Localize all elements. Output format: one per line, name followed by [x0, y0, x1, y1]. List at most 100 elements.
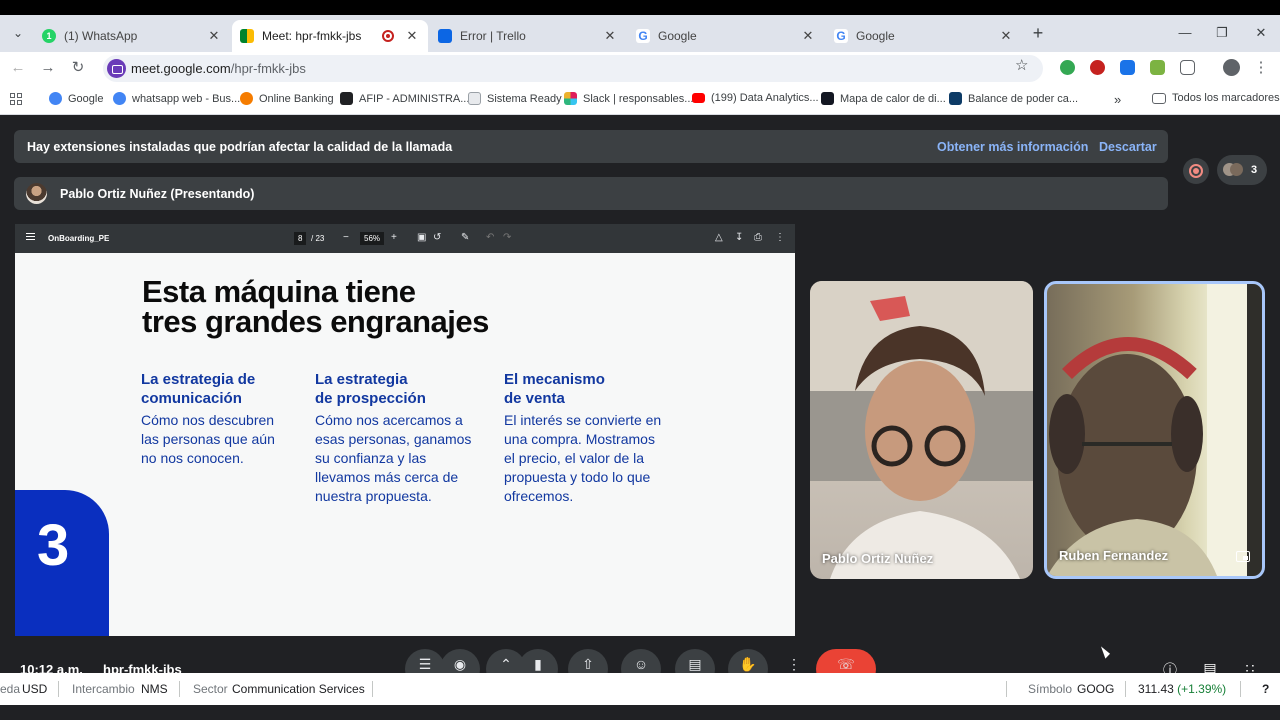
stock-price: 311.43 (+1.39%) [1138, 682, 1226, 696]
fit-page-icon[interactable]: ▣ [417, 232, 426, 243]
apps-grid-icon[interactable] [10, 93, 23, 106]
slide-title-line-1: Esta máquina tiene [142, 274, 416, 309]
bookmark-youtube[interactable]: (199) Data Analytics... [692, 92, 819, 104]
new-tab-button[interactable]: + [1028, 23, 1048, 43]
bookmark-label: Sistema Ready [487, 92, 562, 105]
extension-blue-icon[interactable] [1120, 60, 1135, 75]
divider [58, 681, 59, 697]
extension-fruit-icon[interactable] [1150, 60, 1165, 75]
mouse-cursor-icon [1100, 644, 1112, 659]
page-number-input[interactable]: 8 [294, 232, 307, 245]
minimize-button[interactable]: — [1175, 23, 1195, 43]
participant-tile-ruben[interactable]: Ruben Fernandez [1044, 281, 1265, 579]
bookmark-sistema-ready[interactable]: Sistema Ready [468, 92, 562, 105]
picture-in-picture-icon[interactable] [1236, 551, 1250, 562]
column-3-heading: El mecanismo de venta [504, 371, 605, 407]
print-icon[interactable]: ⎙ [754, 232, 762, 243]
participant-tile-pablo[interactable]: Pablo Ortiz Nuñez [810, 281, 1033, 579]
close-tab-icon[interactable]: ✕ [602, 28, 618, 44]
youtube-icon [692, 93, 705, 103]
zoom-out-icon[interactable]: − [343, 232, 349, 243]
tab-meet[interactable]: Meet: hpr-fmkk-jbs ✕ [232, 20, 428, 52]
google-meet-icon [240, 29, 254, 43]
presentation-pdf[interactable]: OnBoarding_PE 8 / 23 − 56% + ▣ ↺ ✎ ↶ ↷ △… [15, 224, 795, 636]
bookmark-google[interactable]: Google [49, 92, 103, 105]
tab-title: Meet: hpr-fmkk-jbs [262, 29, 362, 43]
zoom-in-icon[interactable]: + [391, 232, 397, 243]
sector-label: Sector [193, 682, 228, 696]
presenter-avatar [26, 183, 47, 204]
presenter-name: Pablo Ortiz Nuñez (Presentando) [60, 187, 255, 201]
address-bar[interactable]: meet.google.com/hpr-fmkk-jbs [103, 55, 1043, 82]
forward-arrow-icon[interactable]: → [38, 58, 58, 78]
close-tab-icon[interactable]: ✕ [206, 28, 222, 44]
menu-icon[interactable] [26, 233, 35, 240]
close-tab-icon[interactable]: ✕ [404, 28, 420, 44]
price-value: 311.43 [1138, 682, 1174, 696]
bookmark-mapa-calor[interactable]: Mapa de calor de di... [821, 92, 946, 105]
recording-indicator-icon [382, 30, 394, 42]
extension-tomato-icon[interactable] [1090, 60, 1105, 75]
profile-avatar[interactable] [1223, 59, 1240, 76]
annotate-pen-icon[interactable]: ✎ [461, 232, 469, 243]
more-options-icon[interactable]: ⋮ [775, 232, 785, 243]
bookmark-star-icon[interactable]: ☆ [1015, 56, 1028, 74]
currency-label: eda [0, 682, 21, 696]
participant-name: Ruben Fernandez [1059, 548, 1169, 563]
extension-green-icon[interactable] [1060, 60, 1075, 75]
tab-title: Google [658, 29, 697, 43]
download-icon[interactable]: ↧ [735, 232, 743, 243]
participant-video [810, 281, 1033, 579]
bookmark-slack[interactable]: Slack | responsables... [564, 92, 693, 105]
close-tab-icon[interactable]: ✕ [800, 28, 816, 44]
symbol-label: Símbolo [1028, 682, 1073, 696]
slide-title: Esta máquina tiene tres grandes engranaj… [142, 274, 489, 337]
zoom-level-input[interactable]: 56% [360, 232, 385, 245]
tab-google-2[interactable]: G Google ✕ [826, 20, 1022, 52]
all-bookmarks-folder[interactable]: Todos los marcadores [1152, 92, 1280, 104]
divider [1240, 681, 1241, 697]
learn-more-button[interactable]: Obtener más información [937, 140, 1088, 154]
undo-icon[interactable]: ↶ [486, 232, 494, 243]
close-tab-icon[interactable]: ✕ [998, 28, 1014, 44]
bookmark-label: Balance de poder ca... [968, 92, 1079, 105]
trello-icon [438, 29, 452, 43]
rotate-icon[interactable]: ↺ [433, 232, 441, 243]
google-icon [49, 92, 62, 105]
slack-icon [564, 92, 577, 105]
recording-icon[interactable] [1183, 158, 1209, 184]
participant-count: 3 [1251, 164, 1258, 176]
tradingview-icon [821, 92, 834, 105]
redo-icon[interactable]: ↷ [503, 232, 511, 243]
pdf-toolbar: OnBoarding_PE 8 / 23 − 56% + ▣ ↺ ✎ ↶ ↷ △… [15, 224, 795, 253]
tab-trello[interactable]: Error | Trello ✕ [430, 20, 626, 52]
close-window-button[interactable]: ✕ [1251, 23, 1271, 43]
tab-google-1[interactable]: G Google ✕ [628, 20, 824, 52]
more-bookmarks-chevron-icon[interactable]: » [1114, 92, 1121, 107]
participant-avatar [1230, 163, 1243, 176]
site-info-icon[interactable] [107, 59, 126, 78]
bookmark-afip[interactable]: AFIP - ADMINISTRA... [340, 92, 469, 105]
participants-button[interactable]: 3 [1217, 155, 1267, 185]
whatsapp-icon: 1 [42, 29, 56, 43]
url-host: meet.google.com [131, 61, 231, 76]
bookmark-label: Mapa de calor de di... [840, 92, 946, 105]
participant-name: Pablo Ortiz Nuñez [822, 551, 934, 566]
drive-save-icon[interactable]: △ [715, 232, 723, 243]
dismiss-button[interactable]: Descartar [1099, 140, 1157, 154]
bookmark-balance-poder[interactable]: Balance de poder ca... [949, 92, 1078, 105]
afip-icon [340, 92, 353, 105]
bookmark-label: whatsapp web - Bus... [132, 92, 241, 105]
participant-video [1047, 284, 1262, 576]
more-menu-icon[interactable]: ⋮ [1251, 58, 1271, 78]
extensions-puzzle-icon[interactable] [1180, 60, 1195, 75]
bookmark-whatsapp-web[interactable]: whatsapp web - Bus... [113, 92, 240, 105]
bookmark-online-banking[interactable]: Online Banking [240, 92, 334, 105]
back-arrow-icon[interactable]: ← [8, 58, 28, 78]
help-button[interactable]: ? [1262, 682, 1269, 696]
column-2-body: Cómo nos acercamos a esas personas, gana… [315, 412, 472, 504]
tab-search-chevron-icon[interactable]: ⌄ [8, 23, 28, 43]
reload-icon[interactable]: ↻ [68, 58, 88, 78]
restore-button[interactable]: ❐ [1212, 23, 1232, 43]
tab-whatsapp[interactable]: 1 (1) WhatsApp ✕ [34, 20, 230, 52]
